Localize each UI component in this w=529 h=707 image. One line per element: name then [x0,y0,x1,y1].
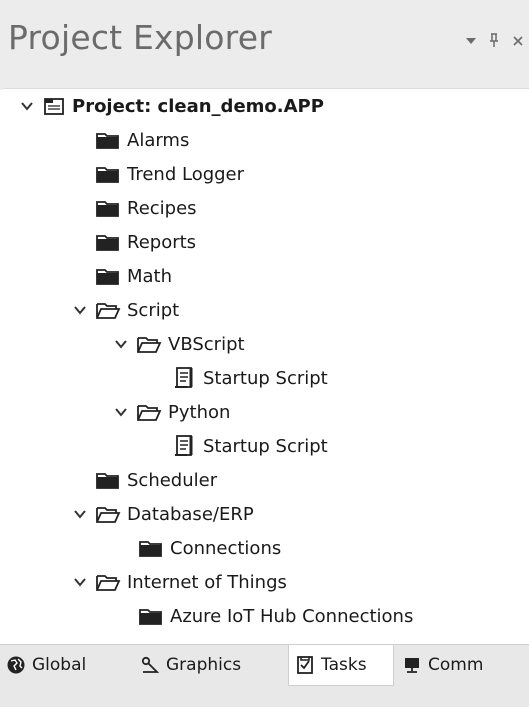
tree-label: VBScript [168,333,245,355]
tree-node-scheduler[interactable]: Scheduler [95,463,217,497]
tree-node-python[interactable]: Python [113,395,230,429]
tree-label: Azure IoT Hub Connections [170,605,414,627]
tree-node-root[interactable]: Project: clean_demo.APP [19,89,324,123]
monitor-icon [402,655,422,675]
chevron-down-icon[interactable] [113,336,129,352]
tree-node-math[interactable]: Math [95,259,172,293]
folder-icon [95,198,121,218]
open-folder-icon [95,300,121,320]
tab-global[interactable]: Global [6,645,126,685]
chevron-down-icon[interactable] [19,98,35,114]
open-folder-icon [95,504,121,524]
tree-label: Scheduler [127,469,218,491]
folder-icon [95,470,121,490]
tree-label: Trend Logger [127,163,245,185]
pin-icon[interactable] [485,30,503,56]
tree-node-vbscript-startup[interactable]: Startup Script [173,361,328,395]
tree-label: Startup Script [203,367,328,389]
tree-node-script[interactable]: Script [72,293,179,327]
panel-title: Project Explorer [8,18,272,57]
tab-label: Global [32,655,87,675]
tree-label: Script [127,299,180,321]
tasks-icon [295,655,315,675]
tree-label: Math [127,265,173,287]
folder-icon [95,130,121,150]
chevron-down-icon[interactable] [72,506,88,522]
tree-node-database-erp[interactable]: Database/ERP [72,497,254,531]
tree-label: Connections [170,537,282,559]
tab-comm[interactable]: Comm [402,645,512,685]
tree-label: Project: clean_demo.APP [72,95,324,117]
panel-header: Project Explorer [0,0,529,90]
bottom-tab-bar: Global Graphics Tasks Comm [0,644,529,707]
tree-label: Database/ERP [127,503,254,525]
tree-label: Recipes [127,197,197,219]
tree-node-reports[interactable]: Reports [95,225,196,259]
tab-tasks[interactable]: Tasks [288,645,394,686]
open-folder-icon [95,572,121,592]
close-icon[interactable] [508,30,528,56]
chevron-down-icon[interactable] [72,302,88,318]
tree-node-recipes[interactable]: Recipes [95,191,197,225]
tree-label: Internet of Things [127,571,287,593]
folder-icon [95,164,121,184]
folder-icon [138,606,164,626]
chevron-down-icon[interactable] [113,404,129,420]
tree-label: Alarms [127,129,190,151]
tree-label: Startup Script [203,435,328,457]
dropdown-icon[interactable] [460,30,482,56]
tree-label: Python [168,401,231,423]
tree-node-azure-iot-hub[interactable]: Azure IoT Hub Connections [138,599,413,633]
chevron-down-icon[interactable] [72,574,88,590]
tab-graphics[interactable]: Graphics [140,645,275,685]
script-icon [173,434,195,458]
tree-node-python-startup[interactable]: Startup Script [173,429,328,463]
open-folder-icon [136,402,162,422]
folder-icon [95,232,121,252]
script-icon [173,366,195,390]
globe-icon [6,655,26,675]
tree-label: Reports [127,231,197,253]
tab-label: Comm [428,655,484,675]
graphics-icon [140,655,160,675]
tree-node-iot[interactable]: Internet of Things [72,565,287,599]
tree-node-connections[interactable]: Connections [138,531,281,565]
tree-node-trend-logger[interactable]: Trend Logger [95,157,244,191]
tab-label: Tasks [321,655,367,675]
tree-node-vbscript[interactable]: VBScript [113,327,245,361]
tree-node-alarms[interactable]: Alarms [95,123,189,157]
project-tree: Project: clean_demo.APP Alarms Trend Log… [3,88,529,645]
tab-label: Graphics [166,655,242,675]
folder-icon [138,538,164,558]
project-icon [42,96,66,116]
open-folder-icon [136,334,162,354]
folder-icon [95,266,121,286]
